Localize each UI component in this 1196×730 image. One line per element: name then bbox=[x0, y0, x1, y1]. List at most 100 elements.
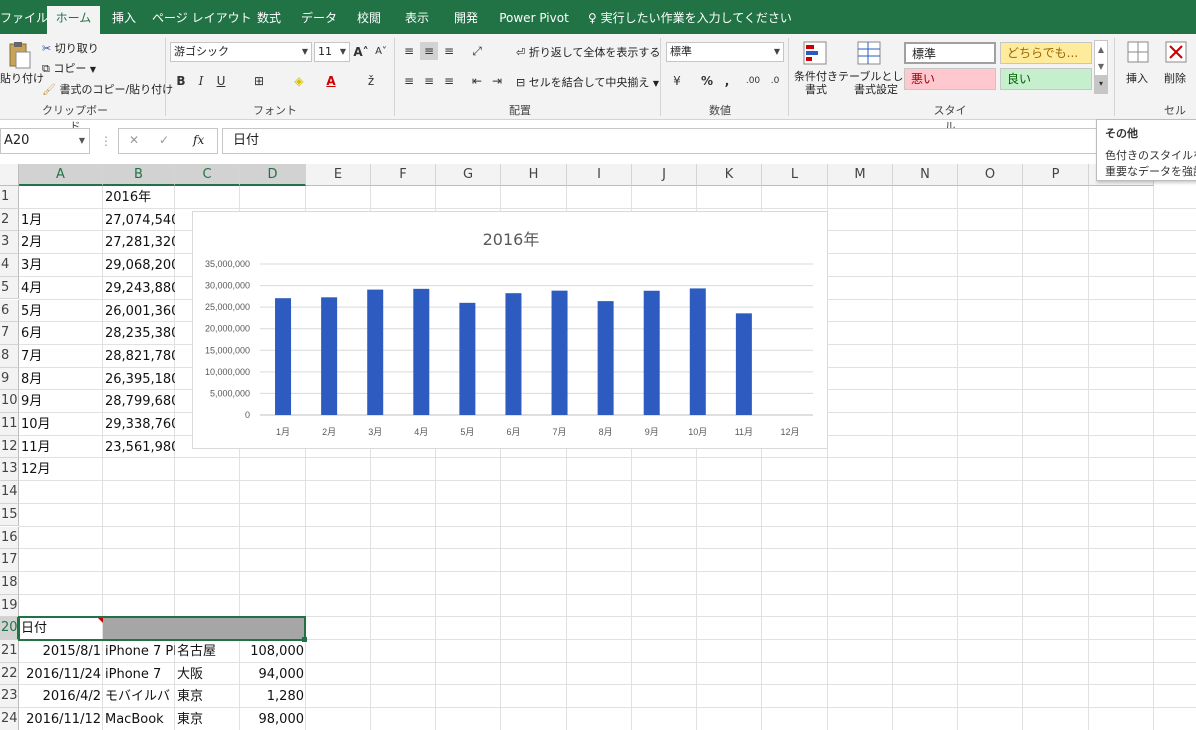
style-good[interactable]: 良い bbox=[1000, 68, 1092, 90]
decrease-indent-icon[interactable]: ⇤ bbox=[468, 72, 486, 90]
align-center-icon[interactable]: ≡ bbox=[420, 72, 438, 90]
cell-a4[interactable]: 3月 bbox=[19, 254, 103, 277]
conditional-format-icon[interactable] bbox=[802, 40, 828, 66]
row-header-15[interactable]: 15 bbox=[0, 503, 19, 527]
cell-a7[interactable]: 6月 bbox=[19, 322, 103, 345]
row-header-1[interactable]: 1 bbox=[0, 186, 19, 209]
chart-bar[interactable] bbox=[459, 302, 476, 415]
column-header-h[interactable]: H bbox=[501, 164, 567, 186]
chevron-up-icon[interactable]: ▲ bbox=[1095, 41, 1107, 58]
formula-input[interactable]: 日付 bbox=[222, 128, 1196, 154]
chart-bar[interactable] bbox=[643, 290, 660, 415]
paste-icon[interactable] bbox=[4, 40, 34, 70]
align-middle-icon[interactable]: ≡ bbox=[420, 42, 438, 60]
cell-b6[interactable]: 26,001,360 bbox=[103, 300, 175, 323]
cell-d24[interactable]: 98,000 bbox=[240, 708, 306, 730]
decrease-font-icon[interactable]: A˅ bbox=[372, 43, 390, 61]
more-styles-icon[interactable]: ▾ bbox=[1095, 75, 1107, 93]
cell-a8[interactable]: 7月 bbox=[19, 345, 103, 368]
column-header-e[interactable]: E bbox=[306, 164, 371, 186]
column-header-d[interactable]: D bbox=[240, 164, 306, 186]
row-header-17[interactable]: 17 bbox=[0, 549, 19, 572]
column-header-p[interactable]: P bbox=[1023, 164, 1089, 186]
cell-c23[interactable]: 東京 bbox=[175, 685, 240, 708]
cell-b22[interactable]: iPhone 7 bbox=[103, 663, 175, 686]
style-bad[interactable]: 悪い bbox=[904, 68, 996, 90]
row-header-2[interactable]: 2 bbox=[0, 208, 19, 232]
italic-icon[interactable]: I bbox=[192, 72, 210, 90]
cell-b12[interactable]: 23,561,980 bbox=[103, 436, 175, 459]
cell-d22[interactable]: 94,000 bbox=[240, 663, 306, 686]
delete-cells-button[interactable]: 削除 bbox=[1164, 70, 1186, 86]
wrap-text-button[interactable]: ⏎ 折り返して全体を表示する bbox=[516, 44, 660, 60]
cell-a5[interactable]: 4月 bbox=[19, 277, 103, 300]
row-header-12[interactable]: 12 bbox=[0, 435, 19, 459]
cell-a24[interactable]: 2016/11/12 bbox=[19, 708, 103, 730]
tab-home[interactable]: ホーム bbox=[47, 6, 100, 34]
column-header-a[interactable]: A bbox=[19, 164, 103, 186]
increase-indent-icon[interactable]: ⇥ bbox=[488, 72, 506, 90]
row-header-3[interactable]: 3 bbox=[0, 231, 19, 255]
tab-file[interactable]: ファイル bbox=[0, 6, 48, 34]
tab-page-layout[interactable]: ページ レイアウト bbox=[152, 6, 252, 34]
row-header-9[interactable]: 9 bbox=[0, 367, 19, 391]
cell-a6[interactable]: 5月 bbox=[19, 300, 103, 323]
increase-decimal-icon[interactable]: .00 bbox=[744, 72, 762, 90]
format-as-table-icon[interactable] bbox=[856, 40, 882, 66]
function-icon[interactable]: fx bbox=[193, 133, 204, 147]
column-header-k[interactable]: K bbox=[697, 164, 762, 186]
column-header-l[interactable]: L bbox=[762, 164, 828, 186]
chart-bar[interactable] bbox=[505, 293, 522, 415]
row-header-13[interactable]: 13 bbox=[0, 458, 19, 482]
row-header-16[interactable]: 16 bbox=[0, 526, 19, 550]
align-right-icon[interactable]: ≡ bbox=[440, 72, 458, 90]
chevron-down-icon[interactable]: ▼ bbox=[1095, 58, 1107, 75]
cell-b8[interactable]: 28,821,780 bbox=[103, 345, 175, 368]
cell-d21[interactable]: 108,000 bbox=[240, 640, 306, 663]
font-size-select[interactable]: 11 ▼ bbox=[314, 42, 350, 62]
row-header-21[interactable]: 21 bbox=[0, 640, 19, 663]
cell-a21[interactable]: 2015/8/1 bbox=[19, 640, 103, 663]
column-header-n[interactable]: N bbox=[893, 164, 958, 186]
confirm-icon[interactable]: ✓ bbox=[159, 133, 169, 147]
column-header-o[interactable]: O bbox=[958, 164, 1023, 186]
cell-a11[interactable]: 10月 bbox=[19, 413, 103, 436]
row-header-4[interactable]: 4 bbox=[0, 254, 19, 277]
align-left-icon[interactable]: ≡ bbox=[400, 72, 418, 90]
cell-b4[interactable]: 29,068,200 bbox=[103, 254, 175, 277]
increase-font-icon[interactable]: A˄ bbox=[352, 43, 370, 61]
cell-a9[interactable]: 8月 bbox=[19, 368, 103, 391]
cell-a23[interactable]: 2016/4/2 bbox=[19, 685, 103, 708]
row-header-7[interactable]: 7 bbox=[0, 322, 19, 345]
row-header-22[interactable]: 22 bbox=[0, 662, 19, 686]
row-header-23[interactable]: 23 bbox=[0, 685, 19, 709]
chart-bar[interactable] bbox=[367, 289, 384, 415]
cancel-icon[interactable]: ✕ bbox=[129, 133, 139, 147]
decrease-decimal-icon[interactable]: .0 bbox=[766, 72, 784, 90]
tab-review[interactable]: 校閲 bbox=[349, 6, 389, 34]
cell-a13[interactable]: 12月 bbox=[19, 458, 103, 481]
font-name-select[interactable]: 游ゴシック ▼ bbox=[170, 42, 312, 62]
conditional-format-button[interactable]: 条件付き 書式 bbox=[794, 70, 838, 96]
chart-bar[interactable] bbox=[413, 288, 430, 415]
bold-icon[interactable]: B bbox=[172, 72, 190, 90]
format-as-table-button[interactable]: テーブルとして 書式設定 bbox=[838, 70, 914, 96]
cut-button[interactable]: ✂ 切り取り bbox=[42, 40, 99, 56]
column-header-j[interactable]: J bbox=[632, 164, 697, 186]
cell-b9[interactable]: 26,395,180 bbox=[103, 368, 175, 391]
column-header-b[interactable]: B bbox=[103, 164, 175, 186]
cell-a10[interactable]: 9月 bbox=[19, 390, 103, 413]
chart-bar[interactable] bbox=[597, 301, 614, 415]
cell-d23[interactable]: 1,280 bbox=[240, 685, 306, 708]
cell-a3[interactable]: 2月 bbox=[19, 231, 103, 254]
align-top-icon[interactable]: ≡ bbox=[400, 42, 418, 60]
row-header-6[interactable]: 6 bbox=[0, 299, 19, 323]
select-all-button[interactable] bbox=[0, 164, 19, 186]
row-header-8[interactable]: 8 bbox=[0, 344, 19, 368]
paste-button[interactable]: 貼り付け bbox=[0, 70, 44, 86]
column-header-i[interactable]: I bbox=[567, 164, 632, 186]
comma-icon[interactable]: , bbox=[718, 72, 736, 90]
cell-b10[interactable]: 28,799,680 bbox=[103, 390, 175, 413]
delete-cells-icon[interactable] bbox=[1164, 40, 1188, 64]
row-header-10[interactable]: 10 bbox=[0, 390, 19, 413]
